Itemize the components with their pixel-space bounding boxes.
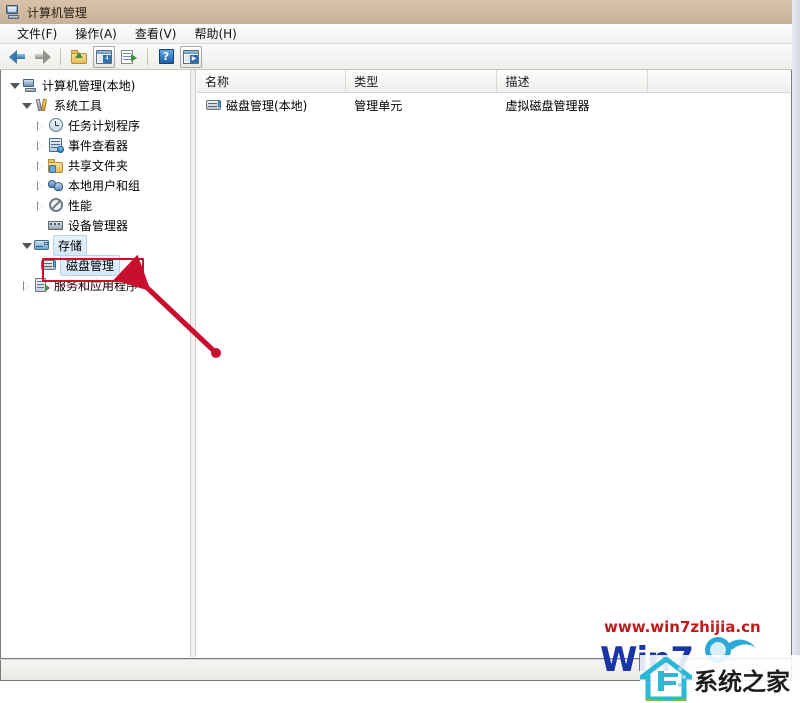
tools-icon — [34, 98, 50, 113]
disk-management-icon — [206, 98, 222, 113]
console-tree-icon: 4 — [96, 49, 112, 64]
computer-icon — [6, 5, 21, 19]
tree-item-label: 共享文件夹 — [68, 158, 129, 173]
folder-up-icon — [70, 49, 88, 64]
watermark-url: www.win7zhijia.cn — [604, 618, 761, 636]
toolbar: 4 ? ▶ — [0, 44, 792, 70]
cell-name-text: 磁盘管理(本地) — [226, 98, 308, 113]
event-viewer-icon — [48, 137, 64, 153]
list-view-pane[interactable]: 名称 类型 描述 磁盘管理(本地) 管理单元 虚拟磁盘管理器 — [197, 70, 790, 657]
services-icon — [34, 277, 50, 293]
forward-arrow-icon — [34, 49, 51, 64]
up-one-level-button[interactable] — [68, 46, 90, 68]
tree-item-label: 任务计划程序 — [68, 118, 141, 133]
tree-item-label: 设备管理器 — [68, 218, 129, 233]
show-action-pane-button[interactable]: ▶ — [180, 45, 202, 68]
shared-folder-icon — [48, 158, 64, 173]
computer-icon — [22, 78, 38, 93]
column-header-description[interactable]: 描述 — [497, 70, 648, 92]
back-button[interactable] — [6, 46, 28, 68]
tree-item-event-viewer[interactable]: 事件查看器 — [2, 135, 190, 155]
tree-item-label: 事件查看器 — [68, 138, 129, 153]
users-icon — [48, 178, 64, 193]
expand-collapse-icon[interactable] — [20, 279, 33, 292]
window-right-edge — [792, 0, 800, 681]
console-tree-pane[interactable]: 计算机管理(本地) 系统工具 任务计划程序 事件查看器 共享文件夹 本地用户和组… — [2, 70, 190, 657]
toolbar-separator-2 — [147, 48, 148, 65]
tree-item-label: 系统工具 — [54, 98, 103, 113]
tree-item-performance[interactable]: 性能 — [2, 195, 190, 215]
cell-name: 磁盘管理(本地) — [197, 97, 346, 114]
tree-item-shared-folders[interactable]: 共享文件夹 — [2, 155, 190, 175]
tree-item-label: 本地用户和组 — [68, 178, 141, 193]
tree-item-label: 计算机管理(本地) — [42, 78, 136, 93]
tree-item-label: 磁盘管理 — [60, 254, 121, 276]
console-tree: 计算机管理(本地) 系统工具 任务计划程序 事件查看器 共享文件夹 本地用户和组… — [2, 70, 190, 295]
export-list-button[interactable] — [118, 46, 140, 68]
device-manager-icon — [48, 218, 64, 233]
expand-collapse-placeholder — [34, 219, 47, 232]
storage-icon — [34, 238, 50, 253]
action-pane-icon: ▶ — [183, 49, 199, 64]
tree-item-label: 存储 — [53, 234, 88, 256]
forward-button[interactable] — [31, 46, 53, 68]
tree-item-label: 服务和应用程序 — [54, 278, 139, 293]
expand-collapse-icon[interactable] — [34, 139, 47, 152]
tree-item-computer-management[interactable]: 计算机管理(本地) — [2, 75, 190, 95]
column-header-name[interactable]: 名称 — [197, 70, 347, 92]
back-arrow-icon — [8, 49, 26, 64]
title-bar[interactable]: 计算机管理 — [0, 0, 792, 24]
content-area: 计算机管理(本地) 系统工具 任务计划程序 事件查看器 共享文件夹 本地用户和组… — [0, 70, 792, 659]
help-button[interactable]: ? — [155, 46, 177, 68]
menu-view[interactable]: 查看(V) — [126, 23, 186, 44]
performance-icon — [48, 197, 64, 213]
window-title: 计算机管理 — [27, 5, 88, 20]
tree-item-device-manager[interactable]: 设备管理器 — [2, 215, 190, 235]
watermark-logo-text: 系统之家 — [694, 667, 790, 696]
menu-file[interactable]: 文件(F) — [8, 23, 66, 44]
tree-item-disk-management[interactable]: 磁盘管理 — [2, 254, 190, 276]
tree-item-storage[interactable]: 存储 — [2, 234, 190, 256]
cell-type: 管理单元 — [354, 98, 403, 113]
menu-action[interactable]: 操作(A) — [66, 23, 126, 44]
expand-collapse-icon[interactable] — [8, 79, 21, 92]
expand-collapse-icon[interactable] — [20, 239, 33, 252]
table-row[interactable]: 磁盘管理(本地) 管理单元 虚拟磁盘管理器 — [197, 93, 790, 117]
tree-item-system-tools[interactable]: 系统工具 — [2, 95, 190, 115]
computer-management-window: 计算机管理 文件(F) 操作(A) 查看(V) 帮助(H) 4 ? ▶ 计算机管… — [0, 0, 792, 681]
pane-splitter[interactable] — [190, 70, 196, 657]
show-hide-console-tree-button[interactable]: 4 — [93, 45, 115, 68]
cell-description: 虚拟磁盘管理器 — [505, 98, 590, 113]
menu-help[interactable]: 帮助(H) — [185, 23, 245, 44]
expand-collapse-icon[interactable] — [20, 99, 33, 112]
column-header-type[interactable]: 类型 — [346, 70, 498, 92]
tree-item-local-users-groups[interactable]: 本地用户和组 — [2, 175, 190, 195]
toolbar-separator-1 — [60, 48, 61, 65]
watermark-logo: 系统之家 — [640, 655, 800, 703]
disk-management-icon — [41, 258, 57, 273]
tree-item-task-scheduler[interactable]: 任务计划程序 — [2, 115, 190, 135]
tree-item-services-and-applications[interactable]: 服务和应用程序 — [2, 275, 190, 295]
list-view-header: 名称 类型 描述 — [197, 70, 790, 93]
expand-collapse-icon[interactable] — [34, 179, 47, 192]
expand-collapse-icon[interactable] — [34, 159, 47, 172]
export-list-icon — [121, 49, 137, 64]
expand-collapse-icon[interactable] — [34, 199, 47, 212]
column-header-filler[interactable] — [648, 70, 790, 92]
menu-bar: 文件(F) 操作(A) 查看(V) 帮助(H) — [0, 24, 792, 44]
expand-collapse-icon[interactable] — [34, 119, 47, 132]
house-logo-icon — [640, 657, 692, 701]
help-icon: ? — [158, 49, 174, 64]
clock-icon — [48, 117, 64, 133]
tree-item-label: 性能 — [68, 198, 93, 213]
